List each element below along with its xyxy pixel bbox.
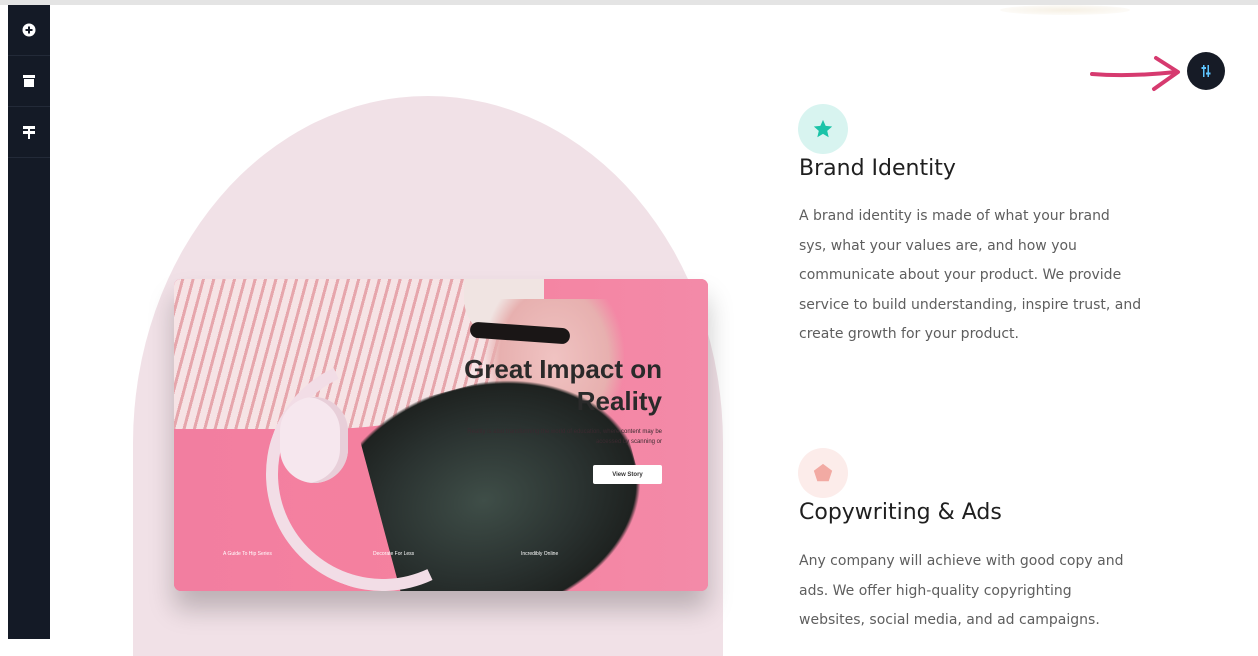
box-icon	[23, 75, 35, 87]
pentagon-icon-wrapper	[798, 448, 848, 498]
sidebar-sections-button[interactable]	[8, 56, 50, 107]
desc-line: communicate about your product. We provi…	[799, 267, 1122, 283]
card-title-line2: Reality	[576, 386, 662, 416]
desc-line: service to build understanding, inspire …	[799, 296, 1142, 313]
desc-line: websites, social media, and ad campaigns…	[799, 612, 1100, 628]
desc-line: A brand identity is made of what your br…	[799, 208, 1110, 224]
card-title-line1: Great Impact on	[464, 354, 662, 384]
star-icon	[813, 119, 833, 138]
view-story-button[interactable]: View Story	[593, 465, 662, 484]
settings-button[interactable]	[1187, 52, 1225, 90]
desc-line: Any company will achieve with good copy …	[799, 553, 1124, 569]
star-icon-wrapper	[798, 104, 848, 154]
card-title: Great Impact on Reality	[362, 353, 662, 417]
card-link-1[interactable]: A Guide To Hip Series	[223, 551, 272, 557]
sidebar-layout-button[interactable]	[8, 107, 50, 158]
feature-description: Any company will achieve with good copy …	[799, 547, 1179, 636]
feature-title: Brand Identity	[799, 156, 956, 181]
card-link-2[interactable]: Decorate For Less	[373, 551, 414, 557]
card-link-3[interactable]: Incredibly Online	[521, 551, 558, 557]
sliders-icon	[1201, 65, 1211, 77]
plus-circle-icon	[22, 23, 36, 37]
feature-title: Copywriting & Ads	[799, 500, 1002, 525]
desc-line: ads. We offer high-quality copyrighting	[799, 582, 1072, 599]
layout-icon	[23, 125, 35, 139]
editor-sidebar	[8, 5, 50, 639]
pentagon-icon	[813, 463, 833, 482]
hero-preview-card: Great Impact on Reality Reality is also …	[174, 279, 708, 591]
sidebar-add-button[interactable]	[8, 5, 50, 56]
headphone-earcup	[280, 397, 348, 483]
card-description: Reality is also transforming the world o…	[467, 429, 662, 445]
annotation-arrow-icon	[1090, 56, 1180, 91]
desc-line: create growth for your product.	[799, 326, 1019, 342]
desc-line: sys, what your values are, and how you	[799, 237, 1077, 254]
card-footer-links: A Guide To Hip Series Decorate For Less …	[223, 551, 623, 561]
feature-description: A brand identity is made of what your br…	[799, 202, 1179, 350]
decorative-glow	[1000, 5, 1130, 15]
